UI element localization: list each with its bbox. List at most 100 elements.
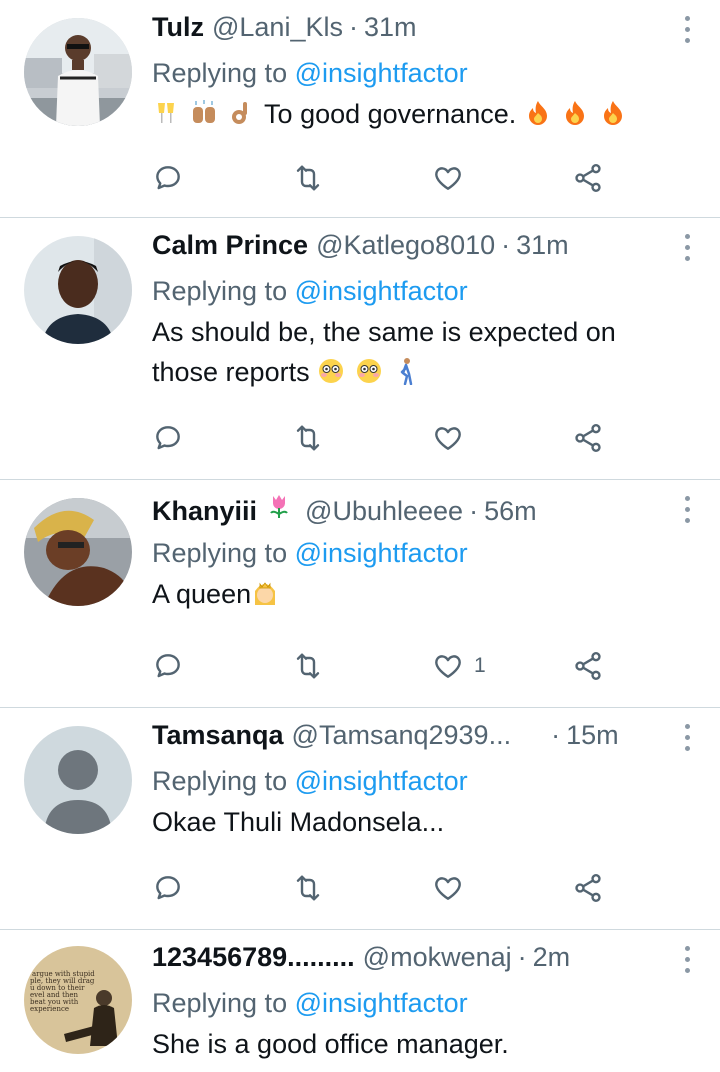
tweet-text-content: To good governance. (264, 99, 517, 129)
like-button[interactable] (432, 872, 492, 904)
tweet[interactable]: Tamsanqa @Tamsanq2939... · 15m Replying … (0, 708, 720, 930)
mention-link[interactable]: @insightfactor (295, 58, 468, 88)
avatar[interactable] (24, 236, 132, 344)
person-walking-emoji (400, 358, 413, 385)
reply-icon (152, 872, 184, 904)
clinking-glasses-emoji (158, 103, 174, 123)
tweet-text-line: As should be, the same is expected on (152, 317, 616, 347)
like-icon (432, 422, 464, 454)
like-icon (432, 650, 464, 682)
reply-button[interactable] (152, 162, 212, 194)
display-name[interactable]: Khanyiii (152, 496, 257, 527)
timestamp[interactable]: 56m (484, 496, 537, 527)
mention-link[interactable]: @insightfactor (295, 276, 468, 306)
timestamp[interactable]: 31m (364, 12, 417, 43)
display-name[interactable]: Calm Prince (152, 230, 308, 261)
replying-to: Replying to @insightfactor (152, 270, 680, 312)
separator-dot: · (517, 942, 527, 972)
replying-to-label: Replying to (152, 538, 288, 568)
share-icon (572, 650, 604, 682)
tweet[interactable]: argue with stupid ple, they will drag u … (0, 930, 720, 1072)
timestamp[interactable]: 15m (566, 720, 619, 751)
share-button[interactable] (572, 650, 632, 682)
tweet-text-line: those reports (152, 357, 310, 387)
like-button[interactable] (432, 162, 492, 194)
reply-icon (152, 162, 184, 194)
mention-link[interactable]: @insightfactor (295, 538, 468, 568)
avatar[interactable] (24, 726, 132, 834)
tweet-text-content: Okae Thuli Madonsela... (152, 807, 445, 837)
share-button[interactable] (572, 422, 632, 454)
retweet-icon (292, 650, 324, 682)
tweet[interactable]: Tulz @Lani_Kls · 31m Replying to @insigh… (0, 0, 720, 218)
tulip-emoji (270, 495, 288, 518)
separator-dot: · (501, 230, 511, 260)
timestamp[interactable]: 31m (516, 230, 569, 261)
mention-link[interactable]: @insightfactor (295, 766, 468, 796)
replying-to-label: Replying to (152, 58, 288, 88)
avatar[interactable] (24, 498, 132, 606)
like-icon (432, 162, 464, 194)
retweet-button[interactable] (292, 422, 352, 454)
tweet[interactable]: Calm Prince @Katlego8010 · 31m Replying … (0, 218, 720, 480)
like-button[interactable]: 1 (432, 650, 492, 682)
user-handle[interactable]: @Katlego8010 (316, 230, 495, 261)
replying-to-label: Replying to (152, 766, 288, 796)
more-options-icon[interactable] (682, 496, 692, 526)
replying-to: Replying to @insightfactor (152, 532, 680, 574)
share-button[interactable] (572, 872, 632, 904)
more-options-icon[interactable] (682, 234, 692, 264)
reply-button[interactable] (152, 650, 212, 682)
more-options-icon[interactable] (682, 724, 692, 754)
user-handle[interactable]: @Ubuhleeee (305, 496, 463, 527)
avatar[interactable]: argue with stupid ple, they will drag u … (24, 946, 132, 1054)
tweet-text: To good governance. (152, 94, 680, 134)
share-button[interactable] (572, 162, 632, 194)
reply-icon (152, 650, 184, 682)
reply-button[interactable] (152, 422, 212, 454)
separator-dot: · (469, 496, 479, 526)
princess-emoji (255, 582, 276, 605)
more-options-icon[interactable] (682, 16, 692, 46)
flushed-face-emoji (356, 359, 381, 383)
share-icon (572, 162, 604, 194)
more-options-icon[interactable] (682, 946, 692, 976)
separator-dot: · (551, 720, 561, 750)
raising-hands-emoji (192, 100, 215, 123)
separator-dot: · (348, 12, 358, 42)
tweet-text: As should be, the same is expected on th… (152, 312, 680, 392)
fire-emoji (528, 101, 547, 125)
reply-icon (152, 422, 184, 454)
user-handle[interactable]: @mokwenaj (363, 942, 512, 973)
retweet-icon (292, 162, 324, 194)
tweet-text-content: A queen (152, 579, 252, 609)
replying-to-label: Replying to (152, 988, 288, 1018)
fire-emoji (603, 101, 622, 125)
display-name[interactable]: Tamsanqa (152, 720, 284, 751)
ok-hand-emoji (232, 102, 248, 124)
avatar[interactable] (24, 18, 132, 126)
retweet-button[interactable] (292, 650, 352, 682)
reply-button[interactable] (152, 872, 212, 904)
share-icon (572, 872, 604, 904)
retweet-button[interactable] (292, 162, 352, 194)
flushed-face-emoji (319, 359, 344, 383)
like-button[interactable] (432, 422, 492, 454)
tweet-text-content: She is a good office manager. (152, 1029, 509, 1059)
replying-to: Replying to @insightfactor (152, 52, 680, 94)
display-name[interactable]: Tulz (152, 12, 204, 43)
replying-to: Replying to @insightfactor (152, 982, 680, 1024)
user-handle[interactable]: @Tamsanq2939... (292, 720, 512, 751)
replying-to-label: Replying to (152, 276, 288, 306)
replying-to: Replying to @insightfactor (152, 760, 680, 802)
like-count: 1 (474, 654, 486, 677)
mention-link[interactable]: @insightfactor (295, 988, 468, 1018)
tweet[interactable]: Khanyiii @Ubuhleeee · 56m Replying to @i… (0, 480, 720, 708)
tweet-text: She is a good office manager. (152, 1024, 680, 1064)
retweet-icon (292, 422, 324, 454)
retweet-button[interactable] (292, 872, 352, 904)
user-handle[interactable]: @Lani_Kls (212, 12, 343, 43)
display-name[interactable]: 123456789......... (152, 942, 355, 973)
timestamp[interactable]: 2m (533, 942, 571, 973)
tweet-text: Okae Thuli Madonsela... (152, 802, 680, 842)
